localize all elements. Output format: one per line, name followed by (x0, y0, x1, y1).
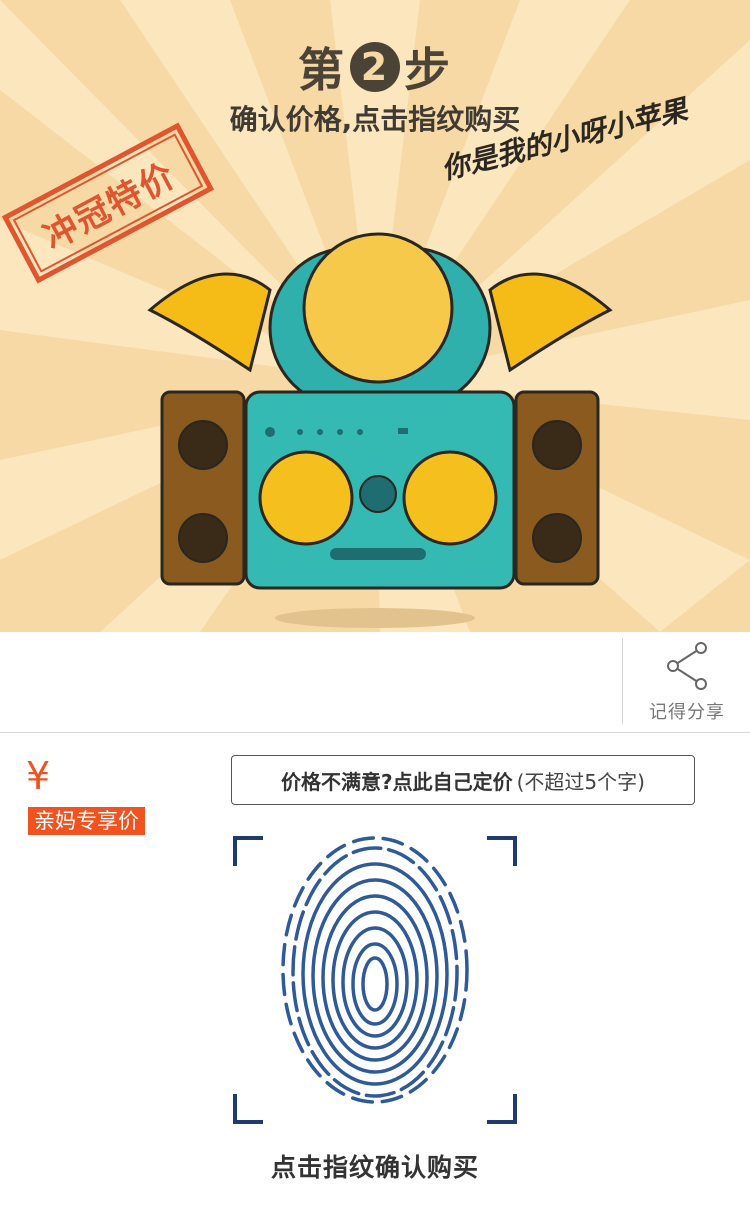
exclusive-price-tag: 亲妈专享价 (28, 807, 145, 835)
share-label: 记得分享 (649, 702, 725, 723)
radio-illustration (147, 232, 613, 590)
fingerprint-button[interactable] (233, 836, 517, 1124)
step-title: 第2步 (298, 42, 452, 97)
fingerprint-icon (233, 836, 517, 1124)
custom-price-button[interactable]: 价格不满意?点此自己定价 (不超过5个字) (231, 755, 695, 805)
step-number-badge: 2 (350, 42, 400, 92)
share-bar: 记得分享 (0, 632, 750, 733)
custom-price-label: 价格不满意?点此自己定价 (281, 769, 513, 794)
divider (622, 638, 623, 724)
share-button[interactable]: 记得分享 (624, 632, 750, 732)
fingerprint-caption: 点击指纹确认购买 (270, 1153, 479, 1182)
share-icon (667, 642, 707, 690)
hero-banner: 第2步 确认价格,点击指纹购买 冲冠特价 你是我的小呀小苹果 (0, 0, 750, 632)
custom-price-hint: (不超过5个字) (516, 769, 645, 794)
currency-symbol: ¥ (26, 754, 51, 798)
